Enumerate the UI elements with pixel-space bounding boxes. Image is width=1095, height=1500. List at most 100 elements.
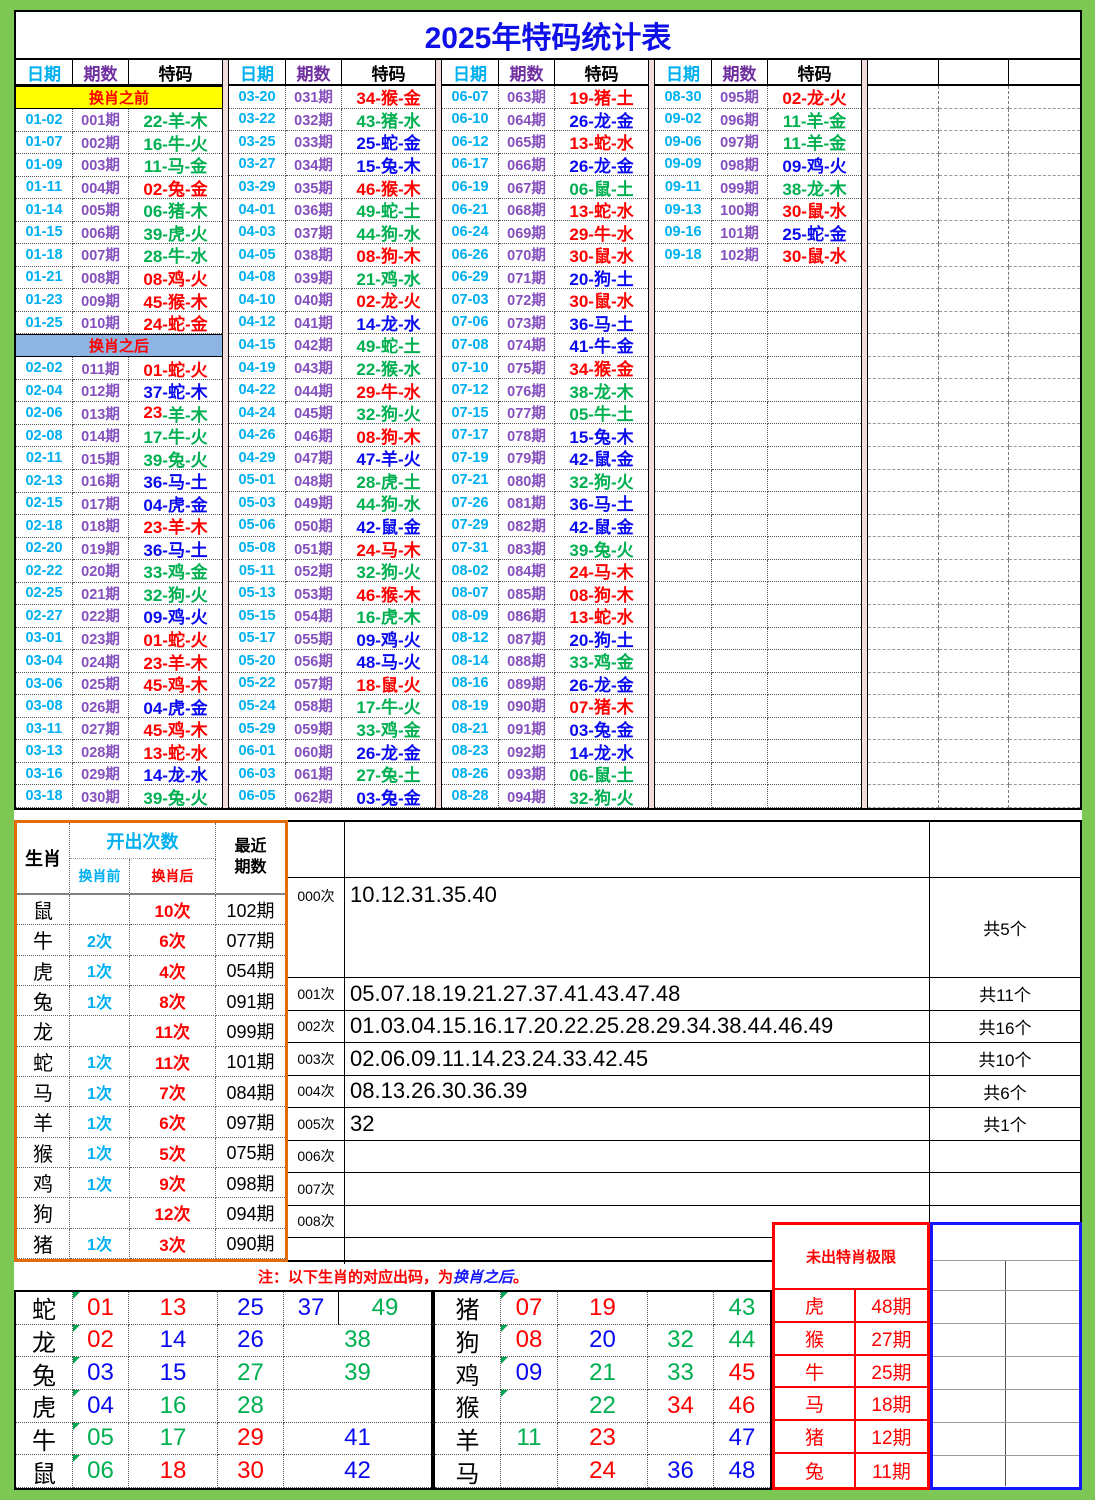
zodiac-number: 38 xyxy=(344,1326,371,1354)
cell-date: 07-03 xyxy=(442,289,499,312)
cell-period: 077期 xyxy=(499,402,555,425)
zodiac-row-label: 虎 xyxy=(16,1390,73,1423)
zodiac-numbers-table-left: 蛇0113253749龙02142638兔03152739虎041628牛051… xyxy=(14,1290,433,1490)
zodiac-number: 44 xyxy=(729,1326,756,1354)
cell-special-code: 17-牛-火 xyxy=(342,695,435,718)
cell-period: 021期 xyxy=(73,583,129,606)
zodiac-number: 16 xyxy=(160,1392,187,1420)
cell-period: 045期 xyxy=(286,402,342,425)
cell-date: 03-08 xyxy=(16,695,73,718)
cell-period: 006期 xyxy=(73,222,129,245)
limit-row: 猴27期 xyxy=(775,1323,927,1356)
cell-date: 09-06 xyxy=(655,131,712,154)
empty-cell xyxy=(868,763,939,786)
cell-period: 051期 xyxy=(286,537,342,560)
cell-date: 07-21 xyxy=(442,470,499,493)
cell-empty xyxy=(768,695,861,718)
stats-zodiac-name: 猪 xyxy=(17,1229,70,1259)
cell-period: 022期 xyxy=(73,605,129,628)
empty-cell xyxy=(1009,560,1080,583)
empty-cell xyxy=(868,470,939,493)
cell-special-code: 36-马-土 xyxy=(555,492,648,515)
comment-marker-icon xyxy=(73,1292,80,1299)
empty-cell xyxy=(1009,537,1080,560)
stats-before-count: 1次 xyxy=(70,986,130,1016)
results-column-group: 日期期数特码03-20031期34-猴-金03-22032期43-猪-水03-2… xyxy=(229,60,435,808)
cell-period: 094期 xyxy=(499,785,555,808)
cell-period: 032期 xyxy=(286,109,342,132)
cell-period: 014期 xyxy=(73,425,129,448)
column-header-date: 日期 xyxy=(442,60,499,86)
cell-period: 071期 xyxy=(499,267,555,290)
empty-cell xyxy=(939,673,1010,696)
cell-date: 03-25 xyxy=(229,131,286,154)
cell-date: 01-18 xyxy=(16,244,73,267)
cell-date: 02-02 xyxy=(16,357,73,380)
stats-header-recent-line2: 期数 xyxy=(234,858,266,879)
cell-date: 06-26 xyxy=(442,244,499,267)
column-header-code: 特码 xyxy=(342,60,435,86)
cell-period: 058期 xyxy=(286,695,342,718)
cell-period: 067期 xyxy=(499,176,555,199)
cell-empty xyxy=(712,267,768,290)
empty-cell xyxy=(868,673,939,696)
cell-empty xyxy=(655,763,712,786)
stats-before-count xyxy=(70,1016,130,1046)
column-header-period: 期数 xyxy=(499,60,555,86)
cell-period: 046期 xyxy=(286,424,342,447)
empty-cell xyxy=(939,176,1010,199)
empty-cell xyxy=(1009,357,1080,380)
stats-zodiac-name: 马 xyxy=(17,1077,70,1107)
cell-period: 037期 xyxy=(286,221,342,244)
cell-date: 03-27 xyxy=(229,154,286,177)
cell-special-code: 02-兔-金 xyxy=(129,177,222,200)
cell-special-code: 23-羊-木 xyxy=(129,515,222,538)
cell-date: 07-19 xyxy=(442,447,499,470)
cell-date: 07-15 xyxy=(442,402,499,425)
cell-special-code: 16-牛-火 xyxy=(129,132,222,155)
cell-date: 03-16 xyxy=(16,763,73,786)
stats-before-count: 1次 xyxy=(70,956,130,986)
zodiac-number-cell: 04 xyxy=(73,1390,129,1423)
limit-row: 虎48期 xyxy=(775,1290,927,1323)
zodiac-number: 08 xyxy=(516,1326,543,1354)
cell-period: 086期 xyxy=(499,605,555,628)
cell-empty xyxy=(655,560,712,583)
zodiac-number-cell xyxy=(284,1390,431,1423)
cell-special-code: 14-龙-水 xyxy=(342,312,435,335)
zodiac-number-cell: 24 xyxy=(558,1455,648,1488)
cell-date: 02-15 xyxy=(16,493,73,516)
cell-period: 003期 xyxy=(73,154,129,177)
cell-empty xyxy=(712,605,768,628)
empty-cell xyxy=(939,492,1010,515)
cell-empty xyxy=(655,673,712,696)
cell-empty xyxy=(655,628,712,651)
cell-date: 09-09 xyxy=(655,154,712,177)
zodiac-number-cell: 02 xyxy=(73,1325,129,1358)
empty-box-cell xyxy=(933,1456,1006,1486)
empty-cell xyxy=(1009,582,1080,605)
zodiac-number: 01 xyxy=(87,1294,114,1322)
cell-date: 01-02 xyxy=(16,109,73,132)
zodiac-number: 28 xyxy=(237,1392,264,1420)
zodiac-number-cell: 05 xyxy=(73,1423,129,1456)
stats-before-count: 1次 xyxy=(70,1138,130,1168)
cell-period: 081期 xyxy=(499,492,555,515)
cell-date: 08-02 xyxy=(442,560,499,583)
cell-date: 08-14 xyxy=(442,650,499,673)
zodiac-number-cell: 42 xyxy=(284,1455,431,1488)
empty-box-row xyxy=(933,1357,1079,1390)
unreleased-zodiac-limit-box: 未出特肖极限 虎48期猴27期牛25期马18期猪12期兔11期 xyxy=(772,1222,930,1490)
empty-box-cell xyxy=(1006,1423,1079,1455)
zodiac-number-cell: 07 xyxy=(501,1292,558,1325)
cell-period: 102期 xyxy=(712,244,768,267)
cell-period: 027期 xyxy=(73,718,129,741)
cell-date: 02-13 xyxy=(16,470,73,493)
cell-date: 01-15 xyxy=(16,222,73,245)
cell-period: 057期 xyxy=(286,673,342,696)
cell-period: 033期 xyxy=(286,131,342,154)
cell-date: 07-10 xyxy=(442,357,499,380)
cell-special-code: 25-蛇-金 xyxy=(768,221,861,244)
cell-empty xyxy=(768,492,861,515)
empty-cell xyxy=(868,176,939,199)
